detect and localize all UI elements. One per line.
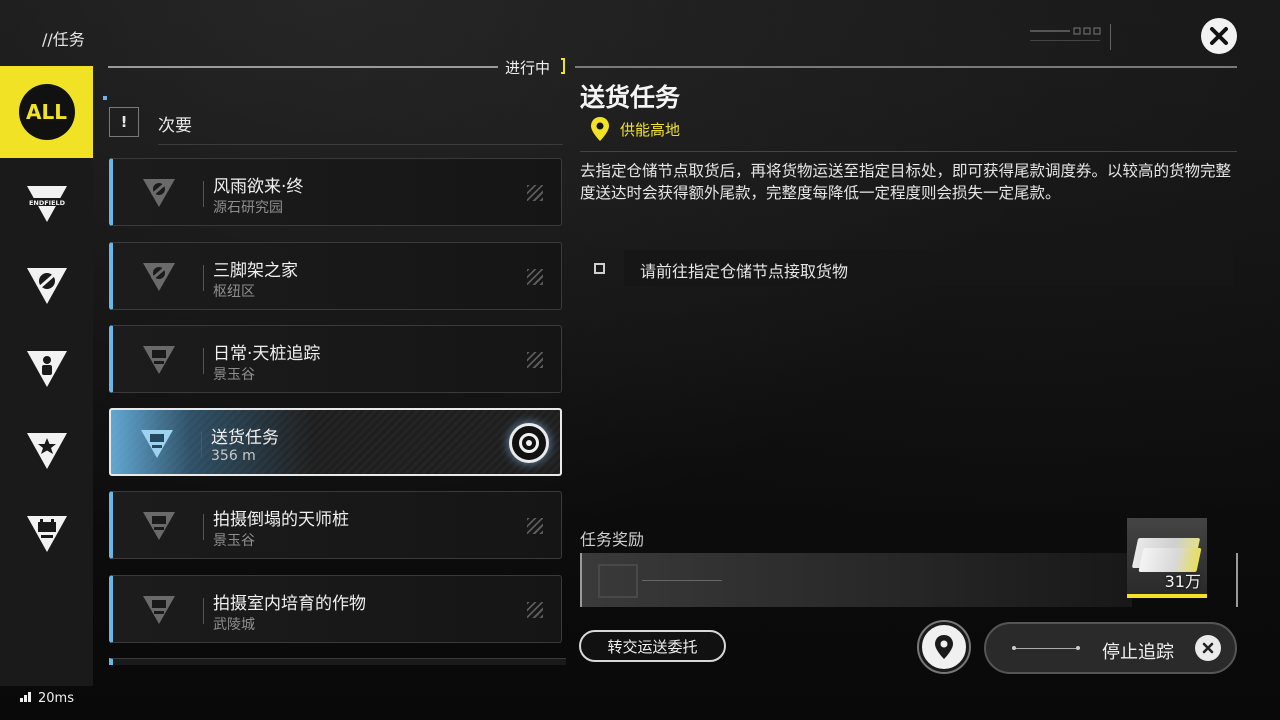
quest-separator bbox=[203, 514, 204, 540]
stop-tracking-label: 停止追踪 bbox=[1102, 642, 1174, 663]
detail-divider bbox=[580, 151, 1237, 152]
side-quest-category-icon bbox=[26, 268, 67, 304]
quest-separator bbox=[203, 181, 204, 207]
reward-label: 任务奖励 bbox=[580, 530, 645, 549]
quest-item[interactable]: 日常·天桩追踪 景玉谷 bbox=[109, 325, 562, 393]
hatch-icon bbox=[527, 518, 543, 534]
category-label: 次要 bbox=[158, 116, 192, 136]
endfield-category-icon: ENDFIELD bbox=[26, 186, 67, 222]
transfer-delivery-button[interactable]: 转交运送委托 bbox=[579, 630, 726, 662]
detail-top-divider bbox=[575, 66, 1237, 68]
location-pin-icon bbox=[591, 117, 609, 141]
sidebar-item-daily[interactable] bbox=[0, 498, 93, 570]
quest-distance: 356 m bbox=[211, 448, 256, 464]
sidebar-item-character[interactable] bbox=[0, 333, 93, 405]
quest-detail-location: 供能高地 bbox=[590, 116, 680, 142]
hatch-icon bbox=[527, 185, 543, 201]
all-filter-icon: ALL bbox=[18, 84, 75, 140]
close-x-icon bbox=[1210, 27, 1228, 45]
page-title: //任务 bbox=[42, 30, 85, 49]
quest-name: 三脚架之家 bbox=[213, 261, 298, 281]
header-divider bbox=[108, 66, 498, 68]
location-name: 供能高地 bbox=[620, 120, 681, 139]
status-label-in-progress: 进行中 bbox=[505, 59, 551, 77]
daily-quest-icon bbox=[143, 346, 175, 374]
quest-separator bbox=[201, 432, 202, 458]
quest-location: 源石研究园 bbox=[213, 200, 283, 216]
side-quest-icon bbox=[143, 263, 175, 291]
quest-name: 送货任务 bbox=[211, 428, 279, 448]
quest-description: 去指定仓储节点取货后，再将货物运送至指定目标处，即可获得尾款调度券。以较高的货物… bbox=[580, 162, 1232, 202]
category-divider bbox=[158, 144, 563, 145]
track-line-icon bbox=[1012, 646, 1080, 650]
quest-separator bbox=[203, 348, 204, 374]
reward-bar bbox=[580, 553, 1132, 607]
map-pin-icon bbox=[935, 635, 953, 659]
crate-icon bbox=[598, 564, 638, 598]
hud-decoration-icon bbox=[1030, 24, 1111, 50]
hatch-icon bbox=[527, 269, 543, 285]
sidebar-item-endfield[interactable]: ENDFIELD bbox=[0, 168, 93, 240]
quest-location: 武陵城 bbox=[213, 617, 255, 633]
quest-name: 拍摄室内培育的作物 bbox=[213, 594, 366, 614]
quest-item-active[interactable]: 送货任务 356 m bbox=[109, 408, 562, 476]
daily-category-icon bbox=[26, 516, 67, 552]
quest-name: 风雨欲来·终 bbox=[213, 177, 304, 197]
hatch-icon bbox=[527, 602, 543, 618]
quest-location: 枢纽区 bbox=[213, 284, 255, 300]
reward-item[interactable]: 31万 bbox=[1127, 518, 1207, 598]
daily-quest-icon bbox=[141, 430, 173, 458]
objective-text: 请前往指定仓储节点接取货物 bbox=[640, 262, 849, 281]
reward-divider bbox=[1236, 553, 1238, 607]
quest-item[interactable]: 三脚架之家 枢纽区 bbox=[109, 242, 562, 310]
star-category-icon bbox=[26, 433, 67, 469]
character-category-icon bbox=[26, 351, 67, 387]
signal-icon bbox=[20, 691, 32, 706]
endfield-label: ENDFIELD bbox=[28, 199, 65, 207]
sidebar-indicator bbox=[103, 96, 107, 100]
objective-checkbox-icon bbox=[594, 263, 605, 274]
status-bracket-icon bbox=[561, 58, 565, 74]
sidebar-item-side-quests[interactable] bbox=[0, 250, 93, 322]
quest-item[interactable]: 拍摄室内培育的作物 武陵城 bbox=[109, 575, 562, 643]
side-quest-icon bbox=[143, 179, 175, 207]
quest-location: 景玉谷 bbox=[213, 367, 255, 383]
quest-item-partial[interactable] bbox=[109, 658, 566, 665]
map-location-button[interactable] bbox=[917, 620, 971, 674]
category-alert-icon: ! bbox=[109, 107, 139, 137]
close-icon bbox=[1195, 635, 1221, 661]
sidebar-item-all[interactable]: ALL bbox=[0, 66, 93, 158]
close-button[interactable] bbox=[1201, 18, 1237, 54]
quest-item[interactable]: 风雨欲来·终 源石研究园 bbox=[109, 158, 562, 226]
sidebar-item-favorites[interactable] bbox=[0, 415, 93, 487]
quest-separator bbox=[203, 598, 204, 624]
quest-item[interactable]: 拍摄倒塌的天师桩 景玉谷 bbox=[109, 491, 562, 559]
tracking-target-button[interactable] bbox=[509, 423, 549, 463]
quest-separator bbox=[203, 265, 204, 291]
quest-name: 日常·天桩追踪 bbox=[213, 344, 321, 364]
quest-location: 景玉谷 bbox=[213, 533, 255, 549]
quest-detail-title: 送货任务 bbox=[580, 83, 681, 112]
stop-tracking-button[interactable]: 停止追踪 bbox=[984, 622, 1237, 674]
hatch-icon bbox=[527, 352, 543, 368]
quest-name: 拍摄倒塌的天师桩 bbox=[213, 510, 349, 530]
tracking-target-icon bbox=[519, 433, 539, 453]
arrow-line-icon bbox=[642, 580, 722, 581]
ping-value: 20ms bbox=[38, 691, 74, 706]
daily-quest-icon bbox=[143, 596, 175, 624]
network-ping: 20ms bbox=[20, 691, 74, 706]
daily-quest-icon bbox=[143, 512, 175, 540]
reward-quantity: 31万 bbox=[1164, 572, 1201, 591]
